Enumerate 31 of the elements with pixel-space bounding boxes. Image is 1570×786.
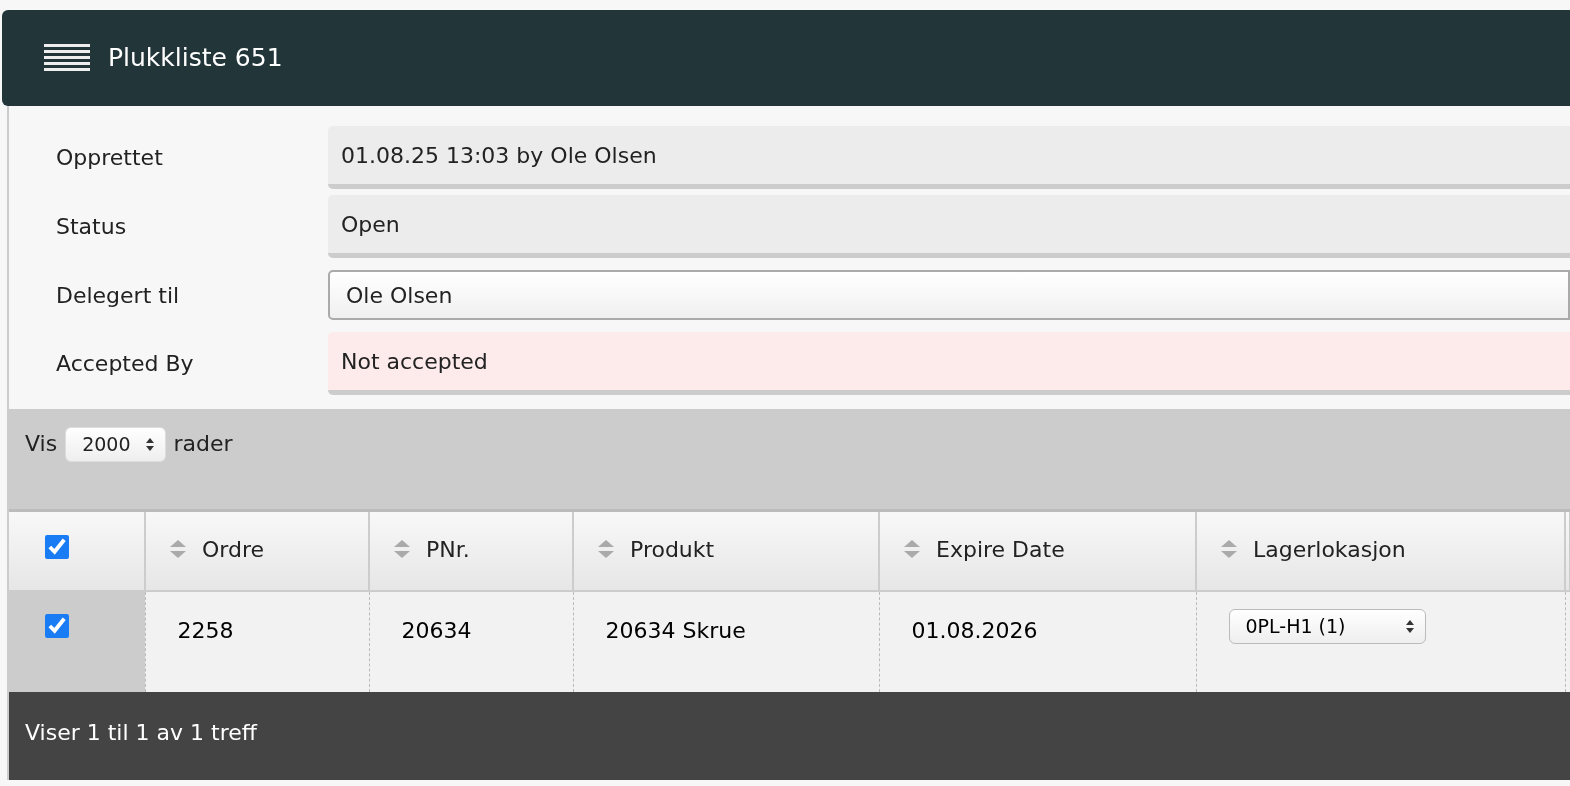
status-field: Not accepted [328, 332, 1570, 395]
field-label: Status [55, 213, 128, 241]
field-label: Accepted By [55, 350, 195, 378]
length-label: rader [173, 430, 233, 458]
column-header[interactable]: PNr. [392, 532, 470, 566]
table-cell: 20634 Skrue [605, 618, 746, 643]
table-info: Viser 1 til 1 av 1 treff [25, 720, 257, 745]
readonly-field: Open [328, 195, 1570, 258]
updown-arrows-icon [1405, 618, 1416, 634]
row-checkbox[interactable] [45, 614, 69, 638]
sort-icon[interactable] [902, 538, 922, 561]
table-cell: 2258 [177, 618, 234, 643]
sort-icon[interactable] [168, 538, 188, 561]
sort-icon[interactable] [392, 538, 412, 561]
page-title: Plukkliste 651 [108, 42, 283, 75]
sort-icon[interactable] [596, 538, 616, 561]
menu-icon[interactable] [44, 44, 90, 72]
table-cell: 20634 [401, 618, 472, 643]
page-size-select[interactable]: 2000 [65, 427, 166, 462]
select-all-checkbox[interactable] [45, 534, 69, 559]
select-field[interactable]: Ole Olsen [328, 270, 1570, 320]
column-header[interactable]: Produkt [596, 532, 715, 566]
table-cell: 01.08.2026 [911, 618, 1038, 643]
location-select[interactable]: 0PL-H1 (1) [1228, 609, 1427, 644]
readonly-field: 01.08.25 13:03 by Ole Olsen [328, 126, 1570, 189]
length-label: Vis [25, 430, 58, 458]
column-header[interactable]: Ordre [168, 532, 265, 566]
updown-arrows-icon [144, 436, 155, 452]
field-label: Opprettet [55, 144, 164, 172]
field-label: Delegert til [55, 281, 181, 310]
sort-icon[interactable] [1219, 538, 1239, 561]
